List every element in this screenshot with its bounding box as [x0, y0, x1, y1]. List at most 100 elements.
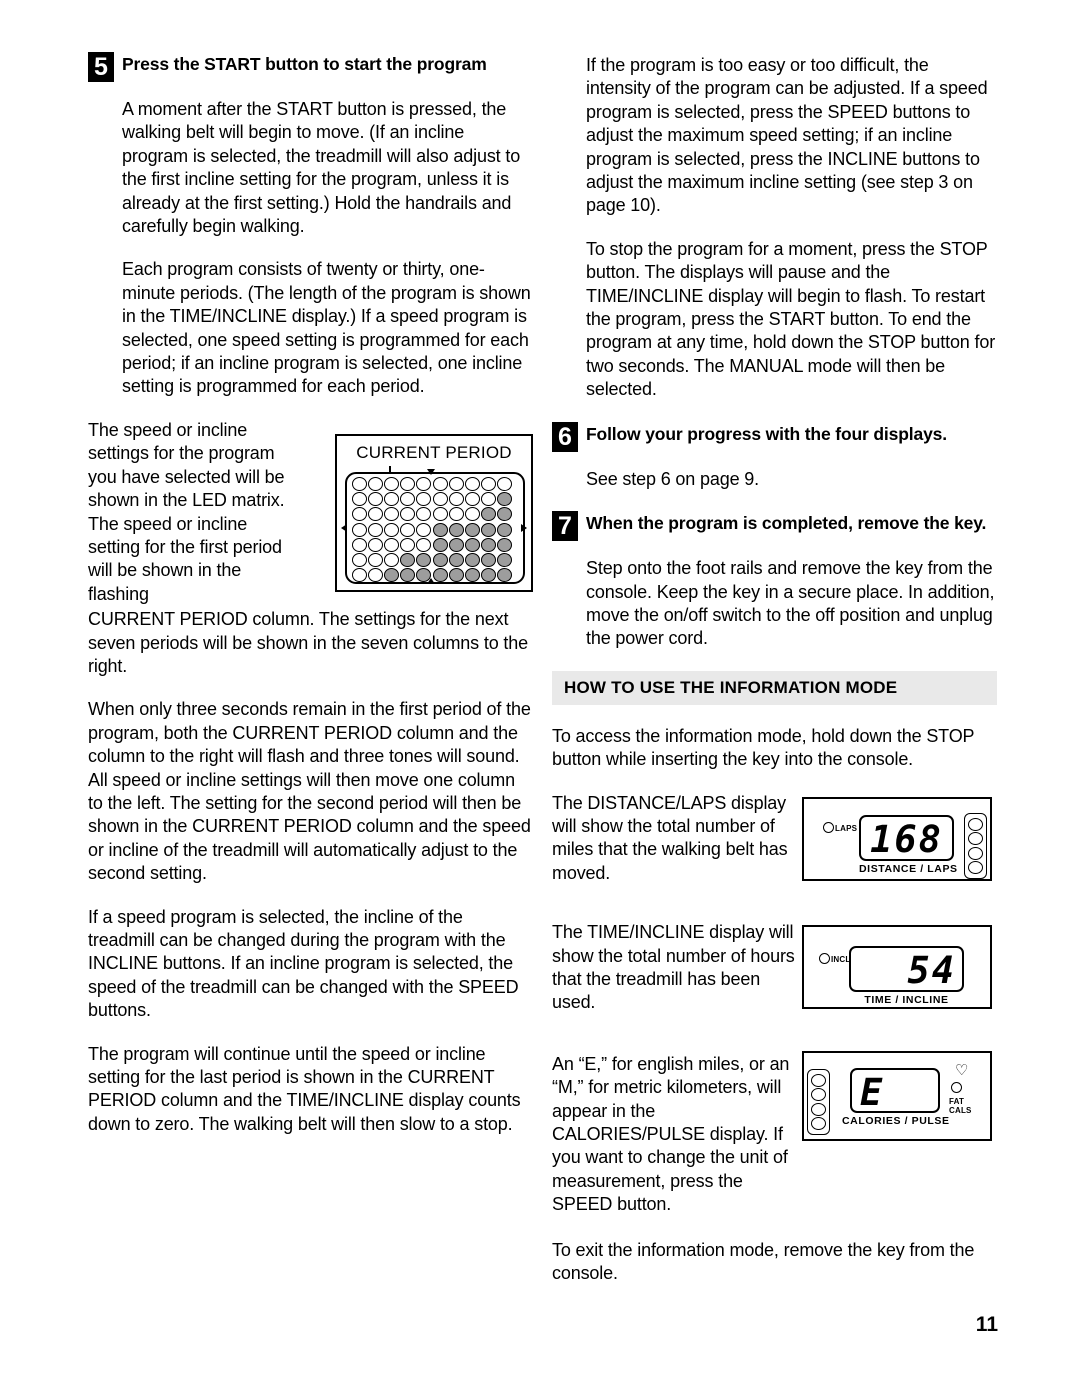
led-dot	[432, 507, 448, 522]
step-6-title: Follow your progress with the four displ…	[586, 423, 947, 444]
led-dot	[367, 522, 383, 537]
button-4[interactable]	[968, 861, 983, 874]
led-matrix	[345, 472, 525, 584]
led-dot	[367, 507, 383, 522]
led-dot	[481, 492, 497, 507]
led-dot	[416, 522, 432, 537]
step-5-paragraph-2: Each program consists of twenty or thirt…	[122, 259, 531, 397]
calories-pulse-lcd: E	[850, 1068, 940, 1114]
led-dot	[367, 552, 383, 567]
laps-indicator-label: LAPS	[835, 824, 858, 833]
led-dot	[481, 477, 497, 491]
led-dot	[481, 537, 497, 552]
info-mode-section-heading: HOW TO USE THE INFORMATION MODE	[552, 670, 997, 705]
led-matrix-row	[351, 492, 519, 507]
right-paragraph-2: To stop the program for a moment, press …	[586, 238, 996, 400]
button-2[interactable]	[968, 832, 983, 845]
calories-pulse-display-figure: E CALORIES / PULSE ♡ FAT CALS	[802, 1051, 992, 1141]
info-mode-intro: To access the information mode, hold dow…	[552, 725, 975, 770]
incl-indicator-label: INCL	[831, 955, 851, 964]
led-dot	[432, 492, 448, 507]
led-dot	[351, 537, 367, 552]
led-dot	[400, 477, 416, 491]
matrix-nub-right-icon	[521, 524, 527, 532]
led-dot	[400, 522, 416, 537]
led-matrix-row	[351, 537, 519, 553]
calories-pulse-caption: CALORIES / PULSE	[842, 1115, 950, 1127]
led-matrix-row	[351, 522, 519, 538]
led-matrix-row	[351, 568, 519, 583]
led-dot	[497, 507, 513, 522]
button-2[interactable]	[811, 1088, 826, 1101]
led-dot	[448, 492, 464, 507]
led-dot	[497, 492, 513, 507]
page-number: 11	[975, 1313, 998, 1336]
info-mode-calories-paragraph: An “E,” for english miles, or an “M,” fo…	[552, 1053, 790, 1215]
heart-icon: ♡	[955, 1062, 969, 1079]
led-dot	[367, 568, 383, 583]
distance-laps-value: 168	[870, 818, 943, 861]
led-dot	[497, 537, 513, 552]
led-dot	[448, 537, 464, 552]
led-matrix-row	[351, 477, 519, 492]
led-dot	[367, 492, 383, 507]
incl-indicator-led-icon	[819, 953, 830, 964]
led-dot	[351, 507, 367, 522]
fat-cals-label-line1: FAT	[949, 1097, 965, 1106]
led-dot	[497, 568, 513, 583]
button-1[interactable]	[968, 817, 983, 831]
led-dot	[416, 552, 432, 567]
matrix-nub-left-icon	[341, 524, 347, 532]
led-dot	[400, 492, 416, 507]
distance-laps-caption: DISTANCE / LAPS	[859, 863, 958, 875]
step-5-title: Press the START button to start the prog…	[122, 54, 487, 74]
led-dot	[351, 522, 367, 537]
led-dot	[383, 492, 399, 507]
led-dot	[416, 507, 432, 522]
step-7-title: When the program is completed, remove th…	[586, 513, 987, 534]
led-dot	[497, 522, 513, 537]
step-6-number: 6	[552, 421, 578, 452]
button-3[interactable]	[968, 846, 983, 860]
led-dot	[367, 477, 383, 491]
matrix-nub-top-icon	[427, 469, 435, 475]
led-dot	[464, 537, 480, 552]
led-dot	[481, 507, 497, 522]
led-dot	[481, 522, 497, 537]
info-mode-time-paragraph: The TIME/INCLINE display will show the t…	[552, 922, 795, 1013]
calories-pulse-button-stack[interactable]	[807, 1069, 830, 1135]
step-5-paragraph-5: If a speed program is selected, the incl…	[88, 906, 519, 1021]
led-dot	[432, 477, 448, 491]
led-matrix-row	[351, 552, 519, 568]
led-dot	[383, 568, 399, 583]
led-dot	[351, 492, 367, 507]
step-5-paragraph-4: When only three seconds remain in the fi…	[88, 699, 531, 884]
led-dot	[464, 492, 480, 507]
led-dot	[448, 507, 464, 522]
led-dot	[448, 568, 464, 583]
left-column: 5 Press the START button to start the pr…	[88, 52, 533, 1156]
led-dot	[432, 537, 448, 552]
led-dot	[383, 537, 399, 552]
step-5-paragraph-3-rest: CURRENT PERIOD column. The settings for …	[88, 609, 529, 676]
distance-laps-button-stack[interactable]	[964, 813, 987, 879]
led-dot	[464, 522, 480, 537]
time-incline-value: 54	[907, 949, 956, 992]
led-dot	[481, 552, 497, 567]
led-dot	[416, 537, 432, 552]
matrix-nub-bottom-icon	[427, 578, 435, 584]
led-dot	[383, 552, 399, 567]
info-mode-distance-paragraph: The DISTANCE/LAPS display will show the …	[552, 792, 788, 883]
button-4[interactable]	[811, 1117, 826, 1130]
fat-cals-indicator-led-icon	[951, 1082, 962, 1093]
step-6-heading: 6 Follow your progress with the four dis…	[552, 421, 997, 452]
time-incline-display-figure: INCL 54 TIME / INCLINE	[802, 925, 992, 1009]
distance-laps-display-figure: LAPS 168 DISTANCE / LAPS	[802, 797, 992, 881]
current-period-label: CURRENT PERIOD	[356, 443, 512, 462]
time-incline-lcd: 54	[849, 946, 964, 992]
led-dot	[432, 552, 448, 567]
led-dot	[497, 552, 513, 567]
led-dot	[416, 492, 432, 507]
button-3[interactable]	[811, 1102, 826, 1116]
button-1[interactable]	[811, 1073, 826, 1087]
